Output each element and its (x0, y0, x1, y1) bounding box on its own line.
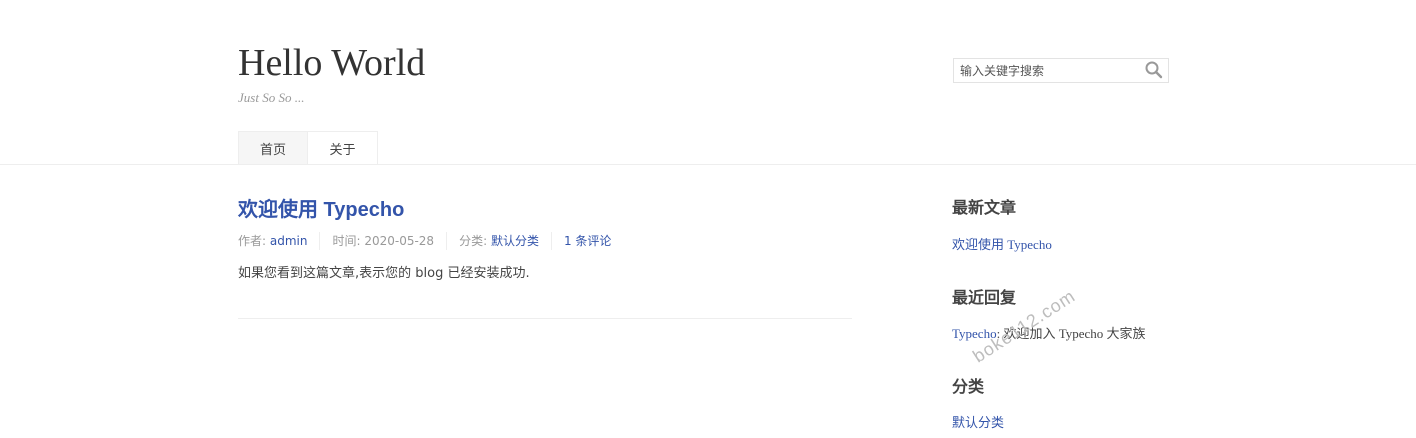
search-form (953, 58, 1169, 83)
recent-comments-title: 最近回复 (952, 288, 1017, 307)
meta-category-label: 分类: (459, 234, 491, 248)
category-link[interactable]: 默认分类 (491, 234, 539, 248)
meta-time-value: 2020-05-28 (364, 234, 435, 248)
recent-post-link[interactable]: 欢迎使用 Typecho (952, 236, 1052, 254)
post-divider (238, 318, 852, 319)
search-input[interactable] (954, 59, 1140, 82)
comments-link[interactable]: 1 条评论 (564, 234, 611, 248)
site-title[interactable]: Hello World (238, 40, 425, 86)
page: Hello World Just So So ... 首页 关于 欢迎使用 Ty… (0, 0, 1416, 438)
meta-author: 作者: admin (238, 232, 319, 250)
meta-comments: 1 条评论 (550, 232, 623, 250)
author-link[interactable]: admin (270, 234, 308, 248)
meta-category: 分类: 默认分类 (446, 232, 551, 250)
post-title-link[interactable]: 欢迎使用 Typecho (238, 196, 404, 224)
meta-author-label: 作者: (238, 234, 270, 248)
categories-title: 分类 (952, 377, 985, 396)
main-nav: 首页 关于 (238, 131, 378, 164)
category-item-link[interactable]: 默认分类 (952, 414, 1004, 432)
nav-item-home[interactable]: 首页 (238, 131, 308, 164)
search-button[interactable] (1142, 60, 1166, 81)
search-icon (1145, 61, 1163, 79)
meta-time-label: 时间: (332, 234, 365, 248)
recent-posts-title: 最新文章 (952, 198, 1017, 217)
nav-item-about[interactable]: 关于 (308, 131, 378, 164)
recent-comment-item: Typecho: 欢迎加入 Typecho 大家族 (952, 325, 1146, 343)
post-meta: 作者: admin 时间: 2020-05-28 分类: 默认分类 1 条评论 (238, 232, 623, 250)
meta-time: 时间: 2020-05-28 (319, 232, 446, 250)
header-divider (0, 164, 1416, 165)
site-description: Just So So ... (238, 90, 305, 105)
post-content: 如果您看到这篇文章,表示您的 blog 已经安装成功. (238, 266, 530, 281)
